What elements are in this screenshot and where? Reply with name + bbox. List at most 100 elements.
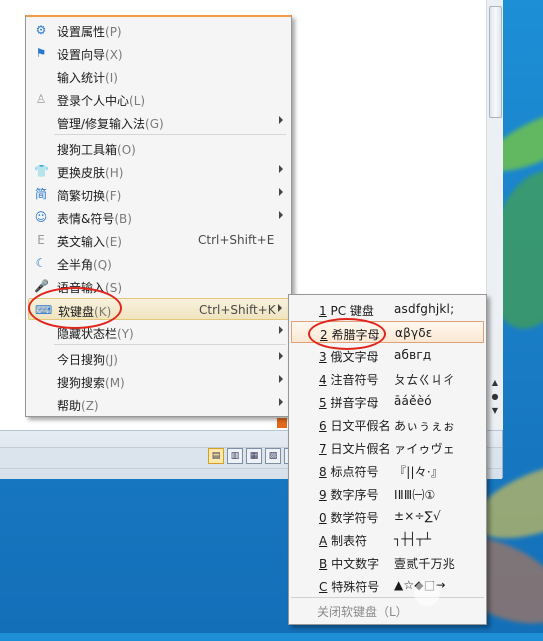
user-icon: ♙ (35, 92, 47, 106)
menu-item-label: 管理/修复输入法(G) (57, 115, 164, 132)
menu-item-accesskey: (O) (117, 143, 136, 157)
menu-item[interactable]: 输入统计(I) (28, 65, 289, 87)
view-button[interactable]: ▥ (227, 448, 243, 464)
soft-keyboard-option[interactable]: 8 标点符号 『||々·』 (291, 459, 484, 481)
submenu-arrow-icon (279, 375, 283, 383)
option-hotkey: 3 (319, 350, 327, 364)
close-soft-keyboard-item[interactable]: 关闭软键盘（L） (317, 603, 408, 620)
soft-keyboard-option[interactable]: 9 数字序号 ⅠⅡⅢ㈠① (291, 482, 484, 504)
option-name: 日文平假名 (330, 419, 391, 433)
half-moon-icon: ☾ (35, 256, 47, 270)
option-hotkey: 6 (319, 419, 327, 433)
option-label: 7 日文片假名 (319, 440, 390, 457)
menu-item[interactable]: ♙ 登录个人中心(L) (28, 88, 289, 110)
submenu-arrow-icon (279, 116, 283, 124)
option-name: 俄文字母 (330, 350, 379, 364)
soft-keyboard-option[interactable]: 0 数学符号 ±×÷∑√ (291, 505, 484, 527)
option-label: 4 注音符号 (319, 371, 378, 388)
menu-item[interactable]: 简简繁切换(F) (28, 183, 289, 205)
menu-item[interactable]: E 英文输入(E) Ctrl+Shift+E (28, 229, 289, 251)
scrollbar-thumb[interactable] (489, 6, 502, 118)
option-label: 1 PC 键盘 (319, 302, 374, 319)
view-button[interactable]: ▤ (208, 448, 224, 464)
smiley-icon: ☺ (34, 210, 48, 224)
menu-item-accesskey: (Y) (117, 327, 134, 341)
menu-item-accesskey: (Z) (81, 399, 99, 413)
option-sample-chars: asdfghjkl; (394, 302, 455, 316)
view-buttons: ▤ ▥ ▦ ▧ ▨ (208, 448, 300, 464)
annotation-oval-soft-keyboard (28, 287, 122, 329)
soft-keyboard-option[interactable]: B 中文数字 壹贰千万兆 (291, 551, 484, 573)
option-sample-chars: 壹贰千万兆 (394, 557, 456, 571)
view-button[interactable]: ▦ (246, 448, 262, 464)
option-name: 数字序号 (330, 488, 379, 502)
english-icon: E (37, 233, 45, 247)
menu-item-shortcut: Ctrl+Shift+E (198, 233, 275, 247)
menu-item-text: 搜狗工具箱 (57, 143, 118, 157)
soft-keyboard-option[interactable]: 3 俄文字母 абвгд (291, 344, 484, 366)
menu-item[interactable]: 👕 更换皮肤(H) (28, 160, 289, 182)
flag-icon: ⚑ (35, 46, 47, 60)
menu-item[interactable]: 帮助(Z) (28, 393, 289, 415)
option-hotkey: 5 (319, 396, 327, 410)
option-label: 6 日文平假名 (319, 417, 390, 434)
option-name: 注音符号 (330, 373, 379, 387)
scroll-select-icon[interactable]: ● (490, 392, 500, 402)
soft-keyboard-option[interactable]: 4 注音符号 ㄆㄊㄍㄐㄔ (291, 367, 484, 389)
option-name: 中文数字 (331, 557, 380, 571)
ime-context-menu: ⚙ 设置属性(P) ⚑ 设置向导(X) 输入统计(I) ♙ 登录个人中心(L) 管理/修复输入… (25, 15, 292, 417)
menu-item-label: 表情&符号(B) (57, 210, 132, 227)
option-sample-chars: ⅠⅡⅢ㈠① (394, 488, 436, 502)
menu-item-accesskey: (P) (105, 25, 122, 39)
option-sample-chars: ァイゥヴェ (394, 442, 456, 456)
option-name: 标点符号 (330, 465, 379, 479)
menu-item-shortcut: Ctrl+Shift+K (199, 303, 276, 317)
soft-keyboard-option[interactable]: 5 拼音字母 āáěèó (291, 390, 484, 412)
option-hotkey: 8 (319, 465, 327, 479)
menu-item[interactable]: ⚙ 设置属性(P) (28, 19, 289, 41)
option-name: 制表符 (331, 534, 368, 548)
menu-item[interactable]: ☾ 全半角(Q) (28, 252, 289, 274)
menu-item-label: 今日搜狗(J) (57, 351, 118, 368)
menu-item[interactable]: 搜狗工具箱(O) (28, 137, 289, 159)
menu-item[interactable]: 今日搜狗(J) (28, 347, 289, 369)
menu-item-label: 搜狗工具箱(O) (57, 141, 136, 158)
option-label: 0 数学符号 (319, 509, 378, 526)
scroll-next-icon[interactable]: ▼ (490, 406, 500, 416)
menu-item-text: 英文输入 (57, 235, 106, 249)
menu-item-text: 今日搜狗 (57, 353, 106, 367)
scroll-prev-icon[interactable]: ▲ (490, 378, 500, 388)
option-sample-chars: αβγδε (395, 326, 433, 340)
soft-keyboard-option[interactable]: 7 日文片假名 ァイゥヴェ (291, 436, 484, 458)
menu-item-text: 管理/修复输入法 (57, 117, 146, 131)
menu-item[interactable]: 搜狗搜索(M) (28, 370, 289, 392)
menu-item[interactable]: ⚑ 设置向导(X) (28, 42, 289, 64)
menu-item-text: 输入统计 (57, 71, 106, 85)
menu-item-accesskey: (Q) (93, 258, 112, 272)
option-sample-chars: ┐┼┤┬┴ (394, 532, 432, 546)
view-button[interactable]: ▧ (265, 448, 281, 464)
option-sample-chars: ㄆㄊㄍㄐㄔ (394, 373, 456, 387)
menu-item[interactable]: 管理/修复输入法(G) (28, 111, 289, 133)
gear-icon: ⚙ (35, 23, 47, 37)
menu-item[interactable]: ☺ 表情&符号(B) (28, 206, 289, 228)
menu-item-accesskey: (G) (145, 117, 164, 131)
option-name: 特殊符号 (331, 580, 380, 594)
paw-logo-icon (414, 580, 440, 606)
vertical-scrollbar[interactable]: ▲ ● ▼ (486, 0, 503, 430)
traditional-simplified-icon: 简 (34, 187, 47, 201)
menu-item-accesskey: (H) (105, 166, 124, 180)
option-name: 拼音字母 (330, 396, 379, 410)
menu-item-label: 设置属性(P) (57, 23, 122, 40)
menu-item-accesskey: (F) (105, 189, 122, 203)
soft-keyboard-option[interactable]: 6 日文平假名 あぃぅぇぉ (291, 413, 484, 435)
menu-item-label: 登录个人中心(L) (57, 92, 145, 109)
watermark (412, 572, 542, 632)
submenu-arrow-icon (279, 326, 283, 334)
soft-keyboard-option[interactable]: A 制表符 ┐┼┤┬┴ (291, 528, 484, 550)
annotation-oval-greek-letters (308, 318, 386, 350)
menu-item-label: 帮助(Z) (57, 397, 99, 414)
option-sample-chars: あぃぅぇぉ (394, 419, 456, 433)
soft-keyboard-option[interactable]: 1 PC 键盘 asdfghjkl; (291, 298, 484, 320)
menu-item-text: 全半角 (57, 258, 94, 272)
